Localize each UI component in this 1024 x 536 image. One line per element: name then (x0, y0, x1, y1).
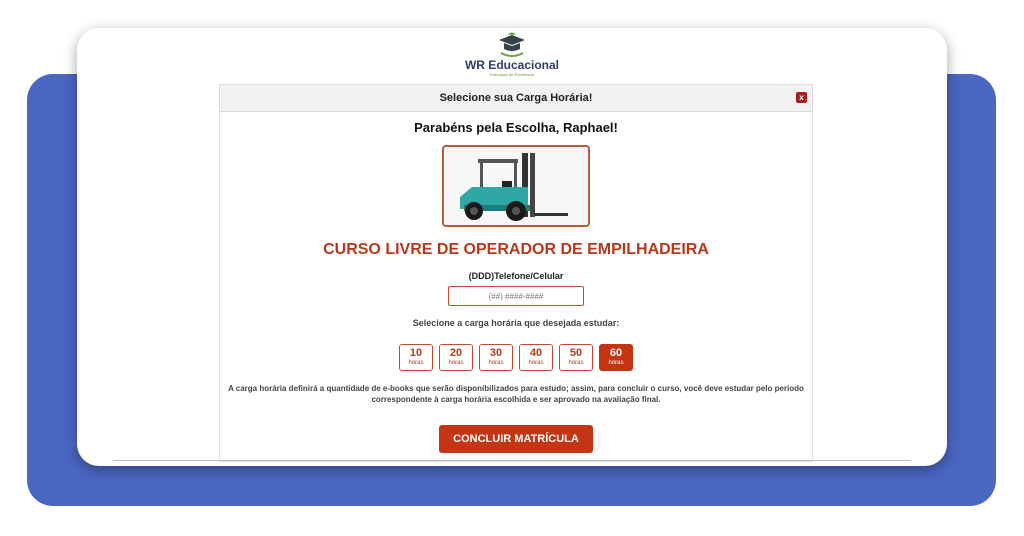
forklift-image (442, 145, 590, 227)
hours-selection-modal: Selecione sua Carga Horária! x Parabéns … (219, 84, 813, 462)
divider (113, 460, 911, 461)
hours-option-50[interactable]: 50 horas (559, 344, 593, 371)
hours-option-40[interactable]: 40 horas (519, 344, 553, 371)
page-card: WR Educacional Educação de Excelência Se… (77, 28, 947, 466)
hours-option-value: 40 (529, 347, 543, 359)
modal-title: Selecione sua Carga Horária! (439, 92, 593, 104)
hours-option-value: 30 (489, 347, 503, 359)
hours-label: Selecione a carga horária que desejada e… (412, 318, 620, 328)
hours-option-value: 20 (449, 347, 463, 359)
course-title: CURSO LIVRE DE OPERADOR DE EMPILHADEIRA (323, 241, 709, 258)
submit-enrollment-button[interactable]: CONCLUIR MATRÍCULA (439, 425, 593, 453)
close-button[interactable]: x (796, 92, 807, 103)
hours-option-60[interactable]: 60 horas (599, 344, 633, 371)
logo-subtitle: Educação de Excelência (490, 72, 534, 77)
logo-title: WR Educacional (464, 58, 559, 72)
hours-option-30[interactable]: 30 horas (479, 344, 513, 371)
hours-option-20[interactable]: 20 horas (439, 344, 473, 371)
hours-option-value: 50 (569, 347, 583, 359)
graduation-cap-icon (499, 32, 525, 57)
hours-option-unit: horas (448, 360, 464, 366)
hours-option-unit: horas (488, 360, 504, 366)
hours-option-unit: horas (528, 360, 544, 366)
hours-note: A carga horária definirá a quantidade de… (228, 384, 804, 404)
hours-option-unit: horas (408, 360, 424, 366)
hours-option-10[interactable]: 10 horas (399, 344, 433, 371)
hours-option-value: 10 (409, 347, 423, 359)
logo: WR Educacional Educação de Excelência (77, 32, 947, 78)
hours-option-unit: horas (608, 360, 624, 366)
greeting-text: Parabéns pela Escolha, Raphael! (414, 120, 618, 135)
modal-header: Selecione sua Carga Horária! x (220, 85, 812, 112)
hours-options: 10 horas 20 horas 30 horas 40 horas 50 h… (220, 344, 812, 371)
hours-option-value: 60 (609, 347, 623, 359)
phone-input[interactable] (448, 286, 584, 306)
hours-option-unit: horas (568, 360, 584, 366)
phone-label: (DDD)Telefone/Celular (468, 271, 564, 281)
